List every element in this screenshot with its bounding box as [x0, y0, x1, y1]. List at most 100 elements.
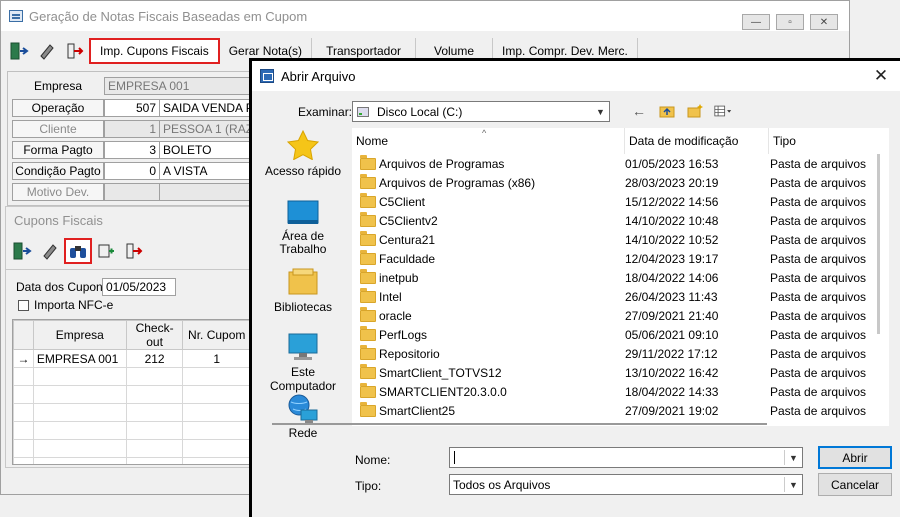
cupons-fiscais-panel: Cupons Fiscais Data dos Cupons 01/05/202…: [5, 206, 255, 468]
file-name-cell[interactable]: Intel: [352, 287, 621, 304]
column-header-date[interactable]: Data de modificação: [625, 128, 769, 154]
chevron-down-icon[interactable]: ▼: [785, 448, 802, 467]
file-name-cell[interactable]: Faculdade: [352, 249, 621, 266]
cupons-toolbar: [8, 237, 148, 265]
grid-header-cupom[interactable]: Nr. Cupom: [182, 320, 251, 350]
open-button[interactable]: Abrir: [818, 446, 892, 469]
file-name-cell[interactable]: oracle: [352, 306, 621, 323]
grid-header-empresa[interactable]: Empresa: [32, 320, 127, 350]
view-menu-icon[interactable]: [714, 102, 732, 120]
minimize-button[interactable]: —: [742, 14, 770, 30]
folder-icon: [360, 401, 376, 417]
file-rows: Arquivos de Programas 01/05/2023 16:53 Pas…: [352, 154, 876, 420]
cliente-button[interactable]: Cliente: [12, 120, 104, 138]
import-icon[interactable]: [61, 38, 89, 64]
place-this-pc[interactable]: Este Computador: [257, 333, 349, 393]
exit-door-icon[interactable]: [5, 38, 33, 64]
list-item[interactable]: SMARTCLIENT20.3.0.0 18/04/2022 14:33 Pasta…: [352, 382, 876, 401]
back-arrow-icon[interactable]: ←: [630, 102, 648, 120]
chevron-down-icon[interactable]: ▼: [592, 102, 609, 121]
file-type: Pasta de arquivos: [770, 365, 867, 380]
network-icon: [288, 394, 318, 423]
file-name-cell[interactable]: Centura21: [352, 230, 621, 247]
cell-cupom[interactable]: 1: [182, 349, 251, 368]
cancel-button[interactable]: Cancelar: [818, 473, 892, 496]
folder-icon: [360, 211, 376, 227]
cell-checkout[interactable]: 212: [125, 349, 184, 368]
imp-cupons-fiscais-button[interactable]: Imp. Cupons Fiscais: [89, 38, 220, 64]
column-header-type[interactable]: Tipo: [769, 128, 876, 154]
list-item[interactable]: Centura21 14/10/2022 10:52 Pasta de arquiv…: [352, 230, 876, 249]
cupons-grid[interactable]: Empresa Check-out Nr. Cupom → EMPRESA 00…: [12, 319, 252, 465]
column-header-name[interactable]: Nome ^: [352, 128, 625, 154]
file-date: 18/04/2022 14:06: [625, 270, 719, 285]
list-item[interactable]: Repositorio 29/11/2022 17:12 Pasta de arqu…: [352, 344, 876, 363]
vertical-scrollbar[interactable]: [877, 154, 880, 334]
grid-header-checkout[interactable]: Check-out: [125, 320, 184, 350]
exit-door-icon[interactable]: [8, 238, 36, 264]
file-name-cell[interactable]: SmartClient_TOTVS12: [352, 363, 621, 380]
file-name-cell[interactable]: PerfLogs: [352, 325, 621, 342]
list-item[interactable]: C5Clientv2 14/10/2022 10:48 Pasta de arqui…: [352, 211, 876, 230]
new-folder-icon[interactable]: [686, 102, 704, 120]
condicao-pagto-row: Condição Pagto 0 A VISTA: [12, 161, 260, 181]
place-quick-access[interactable]: Acesso rápido: [257, 130, 349, 178]
filetype-dropdown[interactable]: Todos os Arquivos ▼: [449, 474, 803, 495]
chevron-down-icon[interactable]: ▼: [785, 475, 802, 494]
date-field[interactable]: 01/05/2023: [102, 278, 176, 296]
file-name-cell[interactable]: inetpub: [352, 268, 621, 285]
file-name-cell[interactable]: Arquivos de Programas: [352, 154, 621, 171]
list-item[interactable]: inetpub 18/04/2022 14:06 Pasta de arquivos: [352, 268, 876, 287]
binoculars-icon[interactable]: [64, 238, 92, 264]
file-list[interactable]: Nome ^ Data de modificação Tipo Arquivos…: [352, 128, 889, 426]
file-list-header: Nome ^ Data de modificação Tipo: [352, 128, 889, 154]
dialog-title-bar: Abrir Arquivo ✕: [252, 61, 900, 91]
file-name-cell[interactable]: SmartClient25: [352, 401, 621, 418]
close-icon[interactable]: ✕: [872, 66, 890, 85]
table-row[interactable]: → EMPRESA 001 212 1: [13, 349, 251, 368]
list-item[interactable]: Arquivos de Programas (x86) 28/03/2023 20…: [352, 173, 876, 192]
file-name: SmartClient_TOTVS12: [379, 365, 502, 380]
list-item[interactable]: Faculdade 12/04/2023 19:17 Pasta de arquiv…: [352, 249, 876, 268]
empresa-row: Empresa EMPRESA 001: [12, 76, 254, 96]
checkbox-box[interactable]: [18, 299, 29, 311]
list-item[interactable]: Arquivos de Programas 01/05/2023 16:53 Pas…: [352, 154, 876, 173]
motivo-dev-button[interactable]: Motivo Dev.: [12, 183, 104, 201]
condicao-pagto-code-field[interactable]: 0: [104, 162, 160, 180]
forma-pagto-button[interactable]: Forma Pagto: [12, 141, 104, 159]
list-item[interactable]: SmartClient_TOTVS12 13/10/2022 16:42 Pasta…: [352, 363, 876, 382]
desktop-icon: [287, 200, 319, 224]
close-button[interactable]: ✕: [810, 14, 838, 30]
place-desktop[interactable]: Área de Trabalho: [257, 200, 349, 256]
operacao-button[interactable]: Operação: [12, 99, 104, 117]
eraser-icon[interactable]: [33, 38, 61, 64]
add-record-icon[interactable]: [92, 238, 120, 264]
list-item[interactable]: C5Client 15/12/2022 14:56 Pasta de arquivo…: [352, 192, 876, 211]
lookin-dropdown[interactable]: Disco Local (C:) ▼: [352, 101, 610, 122]
place-network[interactable]: Rede: [257, 394, 349, 440]
cell-empresa[interactable]: EMPRESA 001: [32, 349, 127, 368]
file-name-cell[interactable]: Repositorio: [352, 344, 621, 361]
import-icon[interactable]: [120, 238, 148, 264]
file-name-cell[interactable]: C5Clientv2: [352, 211, 621, 228]
horizontal-scrollbar[interactable]: [272, 423, 767, 425]
up-folder-icon[interactable]: [658, 102, 676, 120]
lookin-value: Disco Local (C:): [377, 104, 463, 119]
condicao-pagto-button[interactable]: Condição Pagto: [12, 162, 104, 180]
file-name-cell[interactable]: Arquivos de Programas (x86): [352, 173, 621, 190]
importa-nfce-checkbox[interactable]: Importa NFC-e: [18, 298, 113, 312]
places-bar: Acesso rápido Área de Trabalho Bibliotec…: [257, 128, 349, 440]
list-item[interactable]: oracle 27/09/2021 21:40 Pasta de arquivos: [352, 306, 876, 325]
eraser-icon[interactable]: [36, 238, 64, 264]
forma-pagto-code-field[interactable]: 3: [104, 141, 160, 159]
place-libraries[interactable]: Bibliotecas: [257, 268, 349, 314]
list-item[interactable]: Intel 26/04/2023 11:43 Pasta de arquivos: [352, 287, 876, 306]
file-name-cell[interactable]: SMARTCLIENT20.3.0.0: [352, 382, 621, 399]
maximize-button[interactable]: ▫: [776, 14, 804, 30]
list-item[interactable]: PerfLogs 05/06/2021 09:10 Pasta de arquivo…: [352, 325, 876, 344]
operacao-code-field[interactable]: 507: [104, 99, 160, 117]
filename-input[interactable]: ▼: [449, 447, 803, 468]
file-date: 12/04/2023 19:17: [625, 251, 719, 266]
list-item[interactable]: SmartClient25 27/09/2021 19:02 Pasta de ar…: [352, 401, 876, 420]
file-name-cell[interactable]: C5Client: [352, 192, 621, 209]
